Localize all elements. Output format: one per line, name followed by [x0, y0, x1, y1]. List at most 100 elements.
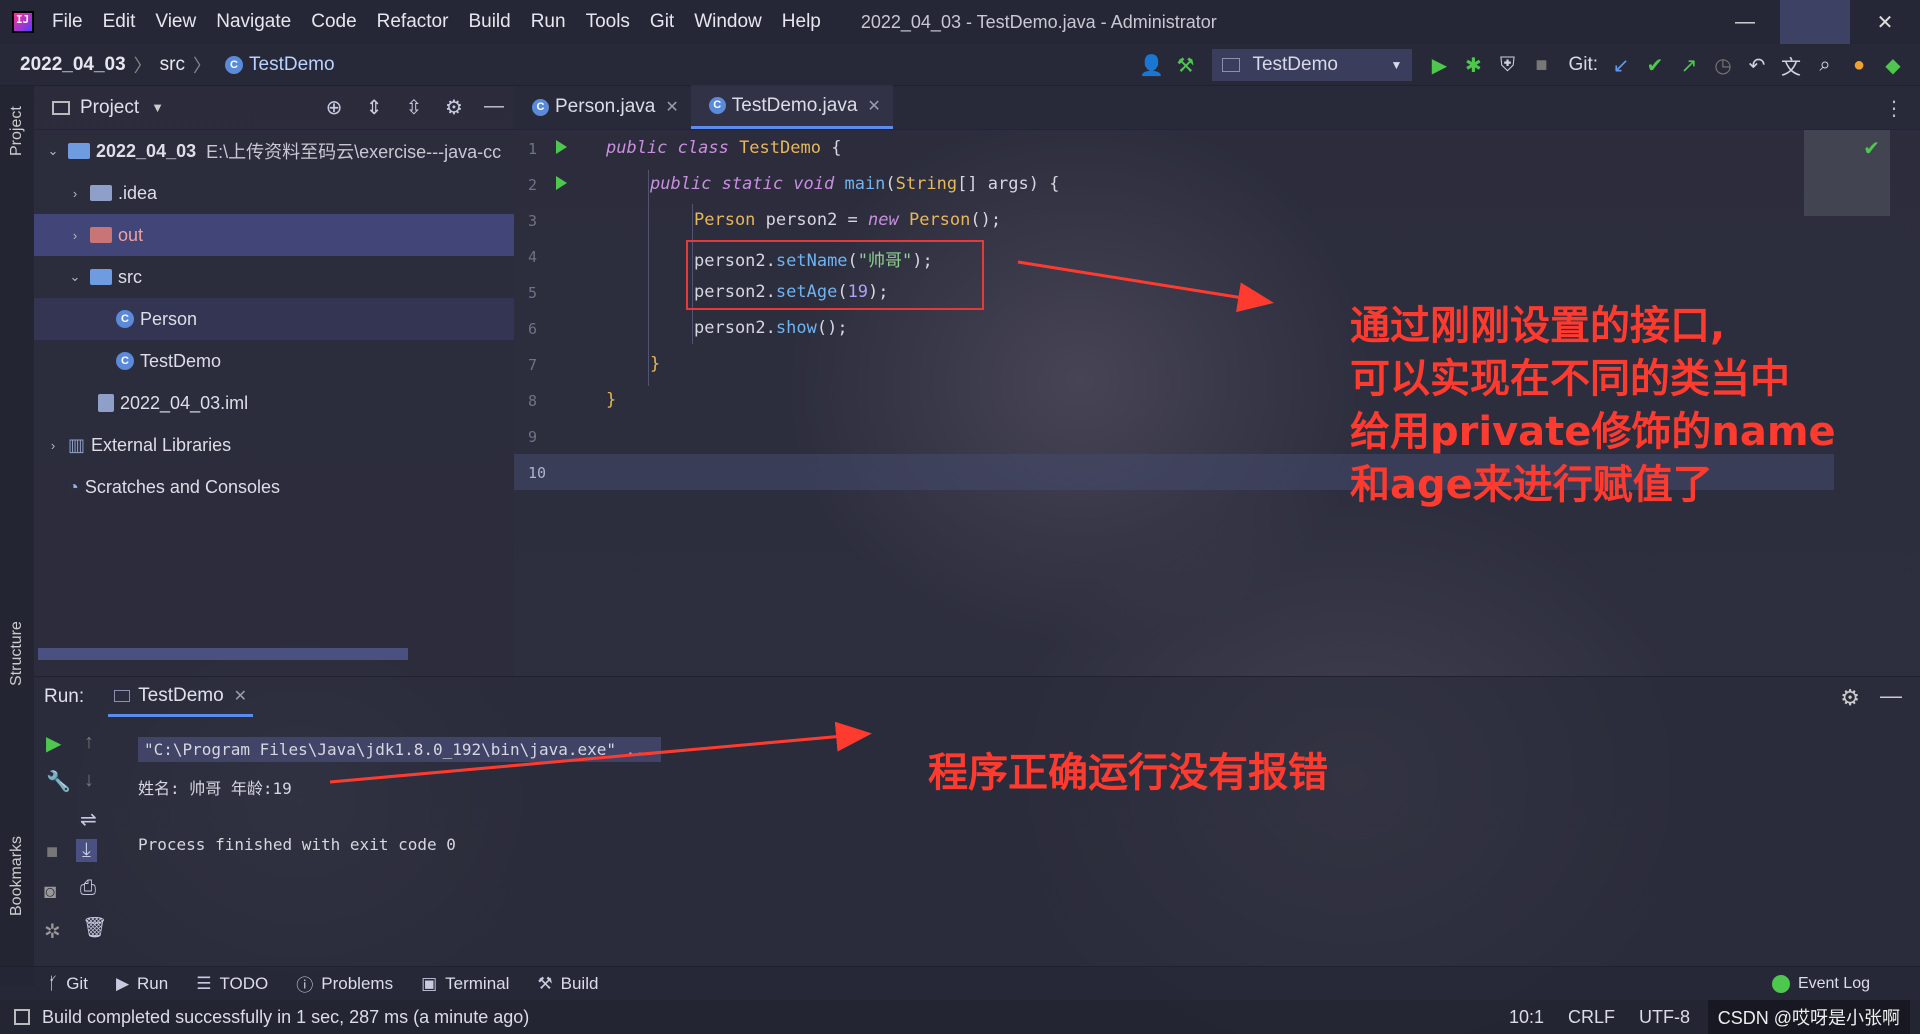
menu-file[interactable]: File	[52, 11, 83, 33]
caret-position[interactable]: 10:1	[1509, 1007, 1544, 1028]
close-icon[interactable]: ✕	[234, 686, 247, 706]
git-update-icon[interactable]: ↙	[1604, 53, 1638, 78]
close-icon[interactable]: ✕	[867, 96, 880, 116]
code-text: ();	[816, 318, 848, 338]
tab-testdemo-java[interactable]: C TestDemo.java ✕	[690, 85, 893, 129]
git-commit-icon[interactable]: ✔	[1638, 53, 1672, 78]
more-icon[interactable]: ⋮	[1884, 96, 1904, 121]
code-editor[interactable]: 1 2 3 4 5 6 7 8 9 10 public class TestDe…	[514, 130, 1920, 676]
wrench-icon[interactable]: 🔧	[46, 769, 71, 794]
tree-item-out[interactable]: › out	[34, 214, 514, 256]
soft-wrap-icon[interactable]: ⇌	[80, 807, 97, 832]
tool-window-problems[interactable]: ⓘ Problems	[296, 971, 393, 996]
menu-help[interactable]: Help	[782, 11, 821, 33]
tree-item-label: out	[118, 224, 144, 245]
tree-item-project-root[interactable]: ⌄ 2022_04_03 E:\上传资料至码云\exercise---java-…	[34, 130, 514, 172]
line-separator[interactable]: CRLF	[1568, 1007, 1615, 1028]
run-tab-testdemo[interactable]: TestDemo ✕	[108, 677, 254, 717]
menu-run[interactable]: Run	[531, 11, 566, 33]
hide-icon[interactable]: —	[1880, 683, 1902, 709]
tree-item-scratches[interactable]: ◔ Scratches and Consoles	[34, 466, 514, 508]
gear-icon[interactable]: ⚙	[434, 95, 474, 120]
code-text: ();	[970, 210, 1002, 230]
menu-code[interactable]: Code	[311, 11, 356, 33]
locate-icon[interactable]: ⊕	[314, 95, 354, 120]
breadcrumb-project[interactable]: 2022_04_03	[20, 54, 126, 76]
run-configuration-select[interactable]: TestDemo ▼	[1212, 49, 1413, 81]
menu-tools[interactable]: Tools	[586, 11, 630, 33]
tool-window-git[interactable]: ᚶ Git	[48, 974, 88, 994]
close-icon[interactable]: ✕	[665, 97, 678, 117]
hammer-icon: ⚒	[537, 973, 553, 993]
search-icon[interactable]: ⌕	[1808, 54, 1842, 77]
translate-icon[interactable]: 文	[1774, 51, 1808, 80]
tree-item-src[interactable]: ⌄ src	[34, 256, 514, 298]
scroll-to-end-icon[interactable]: ⤓	[76, 839, 97, 862]
build-hammer-icon[interactable]: ⚒	[1168, 53, 1202, 78]
tree-item-label: src	[118, 266, 142, 287]
menu-refactor[interactable]: Refactor	[377, 11, 449, 33]
tool-window-run[interactable]: ▶ Run	[116, 974, 168, 994]
rerun-icon[interactable]: ▶	[46, 731, 61, 756]
stop-icon[interactable]: ■	[46, 841, 58, 864]
rollback-icon[interactable]: ↶	[1740, 53, 1774, 78]
hide-icon[interactable]: —	[474, 95, 514, 120]
coverage-icon[interactable]: ⛨	[1490, 54, 1524, 77]
up-arrow-icon[interactable]: ↑	[84, 731, 94, 754]
status-message[interactable]: Build completed successfully in 1 sec, 2…	[14, 1007, 529, 1028]
tree-item-person[interactable]: C Person	[34, 298, 514, 340]
update-icon[interactable]: ●	[1842, 54, 1876, 77]
collapse-all-icon[interactable]: ⇳	[394, 95, 434, 120]
tool-window-build[interactable]: ⚒ Build	[537, 974, 598, 994]
menu-navigate[interactable]: Navigate	[216, 11, 291, 33]
run-panel-header: Run: TestDemo ✕ ⚙ —	[34, 677, 1920, 717]
tool-window-todo[interactable]: ☰ TODO	[196, 974, 268, 994]
type-name: Person	[908, 210, 971, 230]
stop-icon[interactable]: ■	[1524, 54, 1558, 77]
print-icon[interactable]: ⎙	[80, 877, 96, 900]
menu-edit[interactable]: Edit	[103, 11, 136, 33]
menu-window[interactable]: Window	[694, 11, 762, 33]
tree-item-idea[interactable]: › .idea	[34, 172, 514, 214]
run-gutter-icon[interactable]	[556, 176, 567, 190]
minimize-button[interactable]: —	[1710, 0, 1780, 44]
git-push-icon[interactable]: ↗	[1672, 53, 1706, 78]
project-panel-title[interactable]: Project	[80, 97, 139, 119]
tree-item-testdemo[interactable]: C TestDemo	[34, 340, 514, 382]
tab-person-java[interactable]: C Person.java ✕	[514, 85, 691, 129]
horizontal-scrollbar[interactable]	[38, 648, 408, 660]
settings-icon[interactable]: ✲	[44, 919, 61, 944]
plugin-icon[interactable]: ◆	[1876, 53, 1910, 78]
chevron-down-icon[interactable]: ▼	[151, 100, 164, 115]
menu-git[interactable]: Git	[650, 11, 674, 33]
runnable-class-icon: C	[708, 97, 726, 114]
gear-icon[interactable]: ⚙	[1840, 685, 1860, 711]
project-tool-tab[interactable]: Project	[8, 106, 26, 156]
git-branch-icon: ᚶ	[48, 973, 59, 993]
breadcrumb-folder[interactable]: src	[160, 54, 185, 76]
line-number: 1	[528, 140, 538, 158]
class-icon: C	[532, 98, 549, 116]
menu-view[interactable]: View	[155, 11, 196, 33]
trash-icon[interactable]: 🗑	[82, 915, 107, 940]
tool-window-terminal[interactable]: ▣ Terminal	[421, 974, 509, 994]
run-icon[interactable]: ▶	[1422, 53, 1456, 78]
menu-build[interactable]: Build	[468, 11, 510, 33]
down-arrow-icon[interactable]: ↓	[84, 769, 94, 792]
event-log-button[interactable]: Event Log	[1771, 974, 1870, 993]
close-button[interactable]: ✕	[1850, 0, 1920, 44]
tree-item-external-libraries[interactable]: › ▥ External Libraries	[34, 424, 514, 466]
file-encoding[interactable]: UTF-8	[1639, 1007, 1690, 1028]
maximize-button[interactable]	[1780, 0, 1850, 44]
camera-icon[interactable]: ◙	[44, 881, 56, 904]
bookmarks-tool-tab[interactable]: Bookmarks	[8, 836, 26, 916]
inspection-ok-icon[interactable]: ✔	[1863, 136, 1880, 161]
breadcrumb-file[interactable]: TestDemo	[249, 54, 335, 76]
account-icon[interactable]: 👤	[1134, 53, 1168, 78]
tree-item-iml[interactable]: 2022_04_03.iml	[34, 382, 514, 424]
structure-tool-tab[interactable]: Structure	[8, 621, 26, 686]
debug-icon[interactable]: ✱	[1456, 53, 1490, 78]
run-gutter-icon[interactable]	[556, 140, 567, 154]
history-icon[interactable]: ◷	[1706, 53, 1740, 78]
expand-all-icon[interactable]: ⇕	[354, 95, 394, 120]
